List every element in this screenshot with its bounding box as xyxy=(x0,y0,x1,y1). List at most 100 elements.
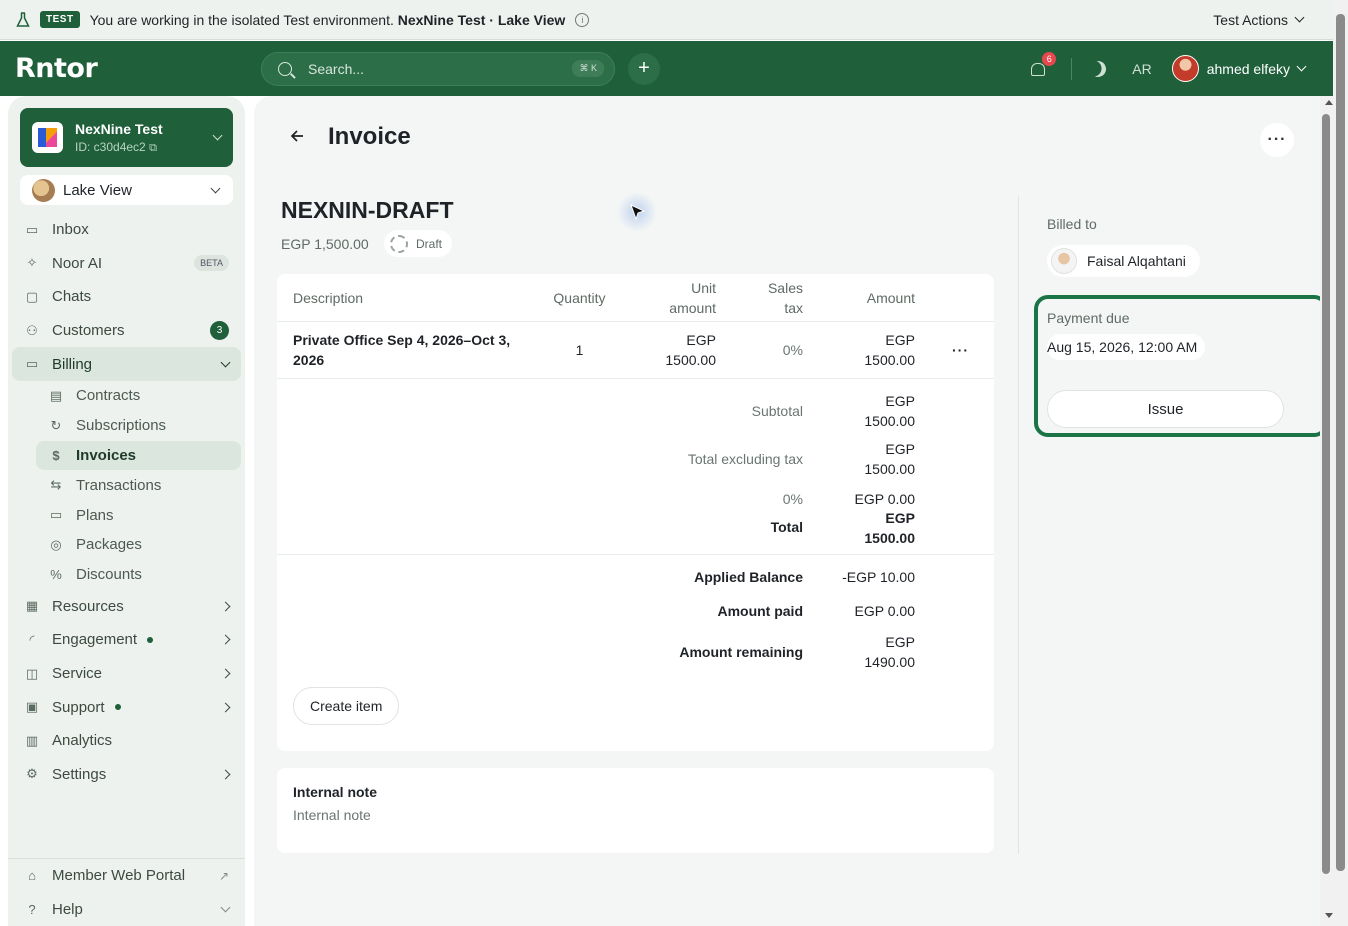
column-header-amount: Amount xyxy=(866,289,915,306)
amount-remaining-row: Amount remaining EGP 1490.00 xyxy=(277,631,994,673)
sidebar-item-analytics[interactable]: ▥ Analytics xyxy=(8,724,245,758)
document-icon: ▤ xyxy=(49,387,63,403)
tax-rate: 0% xyxy=(782,491,803,507)
status-dot xyxy=(114,704,121,711)
column-header-sales-tax: Sales tax xyxy=(767,279,803,316)
page-title: Invoice xyxy=(328,123,411,150)
mouse-cursor xyxy=(617,192,657,232)
sidebar-subitem-transactions[interactable]: ⇆ Transactions xyxy=(8,470,245,500)
copy-icon[interactable]: ⧉ xyxy=(149,142,157,154)
sidebar-item-customers[interactable]: ⚇ Customers 3 xyxy=(8,314,245,348)
test-badge: TEST xyxy=(40,11,80,28)
sidebar-item-label: Service xyxy=(52,665,103,683)
info-icon[interactable]: i xyxy=(575,12,590,27)
users-icon: ⚇ xyxy=(26,322,38,338)
search-shortcut: ⌘ K xyxy=(572,60,604,77)
window-scrollbar[interactable] xyxy=(1333,0,1348,926)
sidebar-item-inbox[interactable]: ▭ Inbox xyxy=(8,213,245,247)
sidebar-item-service[interactable]: ◫ Service xyxy=(8,657,245,691)
sidebar: NexNine Test ID: c30d4ec2 ⧉ Lake View ▭ … xyxy=(8,96,245,926)
search-input[interactable]: Search... ⌘ K xyxy=(261,51,615,86)
table-row[interactable]: Private Office Sep 4, 2026–Oct 3, 2026 1… xyxy=(277,322,994,379)
organization-switcher[interactable]: NexNine Test ID: c30d4ec2 ⧉ xyxy=(20,108,233,167)
test-actions-label: Test Actions xyxy=(1213,11,1288,28)
sidebar-item-label: Billing xyxy=(52,355,93,373)
app-logo[interactable]: Rntor xyxy=(15,53,261,84)
customer-avatar xyxy=(1051,248,1077,274)
sidebar-subitem-discounts[interactable]: % Discounts xyxy=(8,560,245,590)
status-badge: Draft xyxy=(384,230,453,257)
user-avatar[interactable] xyxy=(1171,55,1199,82)
issue-button[interactable]: Issue xyxy=(1047,390,1284,428)
shopping-bag-icon: ◫ xyxy=(25,665,39,681)
sidebar-item-label: Analytics xyxy=(52,732,113,750)
notification-count: 6 xyxy=(1042,51,1057,66)
sidebar-item-noor-ai[interactable]: ✧ Noor AI BETA xyxy=(8,247,245,281)
status-dot xyxy=(147,636,154,643)
refresh-icon: ↻ xyxy=(50,417,62,433)
sidebar-item-label: Contracts xyxy=(76,387,141,405)
test-actions-dropdown[interactable]: Test Actions xyxy=(1213,11,1305,28)
scroll-up-arrow-icon[interactable] xyxy=(1325,100,1333,105)
sidebar-item-label: Engagement xyxy=(52,631,138,649)
sidebar-subitem-packages[interactable]: ◎ Packages xyxy=(8,530,245,560)
location-selector[interactable]: Lake View xyxy=(20,175,233,205)
card-icon: ▭ xyxy=(49,507,63,523)
rss-icon: ◜ xyxy=(29,631,35,647)
chat-icon: ▢ xyxy=(25,288,39,304)
add-button[interactable]: + xyxy=(628,52,660,85)
sidebar-item-member-web-portal[interactable]: ⌂ Member Web Portal ↗ xyxy=(8,859,245,893)
divider xyxy=(1071,57,1073,80)
test-environment-banner: TEST You are working in the isolated Tes… xyxy=(0,0,1333,40)
invoice-side-panel: Billed to Faisal Alqahtani Payment due A… xyxy=(1018,196,1328,854)
sidebar-subitem-plans[interactable]: ▭ Plans xyxy=(8,500,245,530)
sidebar-subitem-contracts[interactable]: ▤ Contracts xyxy=(8,381,245,411)
chevron-down-icon xyxy=(220,357,231,368)
search-placeholder: Search... xyxy=(308,60,365,77)
back-arrow-icon[interactable] xyxy=(290,129,304,143)
scrollbar-thumb[interactable] xyxy=(1322,114,1330,874)
sidebar-subitem-invoices[interactable]: $ Invoices xyxy=(36,440,241,471)
internal-note-label: Internal note xyxy=(293,784,378,800)
table-header: Description Quantity Unit amount Sales t… xyxy=(277,274,994,322)
sidebar-item-label: Chats xyxy=(52,288,92,306)
sidebar-item-settings[interactable]: ⚙ Settings xyxy=(8,758,245,792)
sidebar-item-billing[interactable]: ▭ Billing xyxy=(12,347,241,381)
sidebar-item-support[interactable]: ▣ Support xyxy=(8,690,245,724)
language-switch[interactable]: AR xyxy=(1132,61,1151,77)
location-name: Lake View xyxy=(63,181,132,199)
user-name[interactable]: ahmed elfeky xyxy=(1207,61,1290,77)
banner-text: You are working in the isolated Test env… xyxy=(89,11,566,28)
line-item-unit-amount: EGP 1500.00 xyxy=(665,332,716,368)
create-item-area: Create item xyxy=(277,673,994,751)
chevron-down-icon[interactable] xyxy=(1296,61,1307,72)
customer-chip[interactable]: Faisal Alqahtani xyxy=(1047,245,1200,277)
notifications-bell-icon[interactable]: 6 xyxy=(1029,51,1057,78)
scrollbar-thumb[interactable] xyxy=(1336,14,1345,871)
sparkle-icon: ✧ xyxy=(26,255,38,271)
sidebar-subitem-subscriptions[interactable]: ↻ Subscriptions xyxy=(8,411,245,441)
row-more-options-icon[interactable]: ··· xyxy=(952,342,969,358)
chevron-right-icon xyxy=(220,668,231,679)
sidebar-item-resources[interactable]: ▦ Resources xyxy=(8,590,245,624)
store-icon: ⌂ xyxy=(28,868,36,884)
scroll-down-arrow-icon[interactable] xyxy=(1325,913,1333,918)
chevron-right-icon xyxy=(220,634,231,645)
create-item-button[interactable]: Create item xyxy=(293,687,400,725)
ticket-icon: ▣ xyxy=(25,699,39,715)
internal-note-field[interactable]: Internal note xyxy=(293,807,978,823)
payment-due-date[interactable]: Aug 15, 2026, 12:00 AM xyxy=(1047,334,1206,360)
amount-remaining-value: EGP 1490.00 xyxy=(864,634,915,670)
sidebar-item-help[interactable]: ? Help xyxy=(8,892,245,926)
column-header-description: Description xyxy=(293,289,364,306)
invoice-number: NEXNIN-DRAFT xyxy=(281,197,454,223)
percent-icon: % xyxy=(50,567,62,583)
sidebar-item-chats[interactable]: ▢ Chats xyxy=(8,280,245,314)
applied-balance-label: Applied Balance xyxy=(694,569,803,585)
total-label: Total xyxy=(770,519,803,535)
main-content: Invoice ··· NEXNIN-DRAFT EGP 1,500.00 Dr… xyxy=(254,96,1328,926)
more-options-button[interactable]: ··· xyxy=(1260,123,1294,157)
dark-mode-toggle-icon[interactable] xyxy=(1088,58,1109,79)
sidebar-item-engagement[interactable]: ◜ Engagement xyxy=(8,623,245,657)
main-scrollbar[interactable] xyxy=(1320,96,1333,926)
